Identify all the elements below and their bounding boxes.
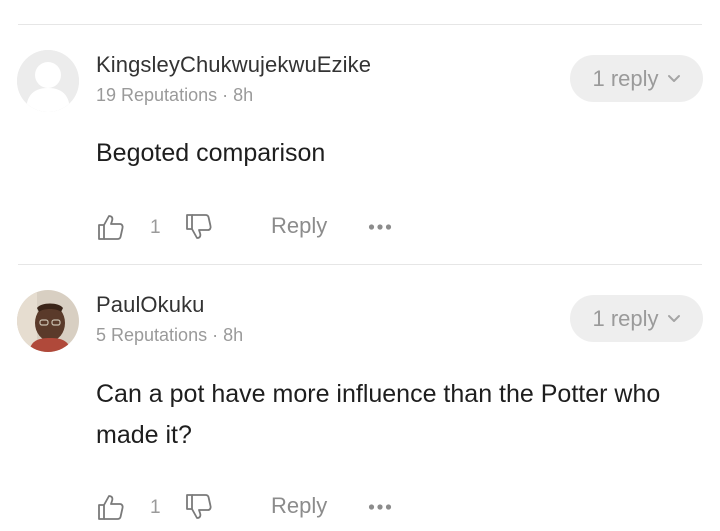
replies-count-label: 1 reply bbox=[592, 65, 659, 91]
previous-comment-actions-partial bbox=[96, 0, 226, 4]
replies-count-label: 1 reply bbox=[592, 305, 659, 331]
thumbs-up-icon[interactable] bbox=[96, 492, 126, 522]
avatar[interactable] bbox=[17, 290, 79, 352]
thumbs-down-icon[interactable] bbox=[184, 212, 214, 242]
default-avatar-icon bbox=[17, 50, 79, 112]
comment-username[interactable]: PaulOkuku bbox=[96, 292, 205, 318]
user-photo-avatar bbox=[17, 290, 79, 352]
reply-button[interactable]: Reply bbox=[271, 493, 327, 519]
comment-item: PaulOkuku 5 Reputations · 8h 1 reply Can… bbox=[0, 290, 720, 531]
view-replies-button[interactable]: 1 reply bbox=[570, 55, 703, 102]
chevron-down-icon bbox=[667, 74, 680, 82]
divider bbox=[18, 24, 702, 25]
comment-text: Begoted comparison bbox=[96, 139, 326, 167]
view-replies-button[interactable]: 1 reply bbox=[570, 295, 703, 342]
comment-actions: 1 Reply bbox=[96, 208, 516, 248]
more-options-icon[interactable] bbox=[368, 222, 392, 232]
thumbs-down-icon[interactable] bbox=[184, 492, 214, 522]
thumbs-up-icon[interactable] bbox=[96, 212, 126, 242]
divider bbox=[18, 264, 702, 265]
comment-username[interactable]: KingsleyChukwujekwuEzike bbox=[96, 52, 371, 78]
comment-actions: 1 Reply bbox=[96, 488, 516, 528]
more-options-icon[interactable] bbox=[368, 502, 392, 512]
comment-text: Can a pot have more influence than the P… bbox=[96, 380, 661, 449]
reply-button[interactable]: Reply bbox=[271, 213, 327, 239]
comment-item: KingsleyChukwujekwuEzike 19 Reputations … bbox=[0, 50, 720, 264]
chevron-down-icon bbox=[667, 314, 680, 322]
like-count: 1 bbox=[150, 497, 161, 518]
avatar[interactable] bbox=[17, 50, 79, 112]
comment-meta: 5 Reputations · 8h bbox=[96, 325, 244, 345]
comment-meta: 19 Reputations · 8h bbox=[96, 85, 254, 105]
like-count: 1 bbox=[150, 217, 161, 238]
